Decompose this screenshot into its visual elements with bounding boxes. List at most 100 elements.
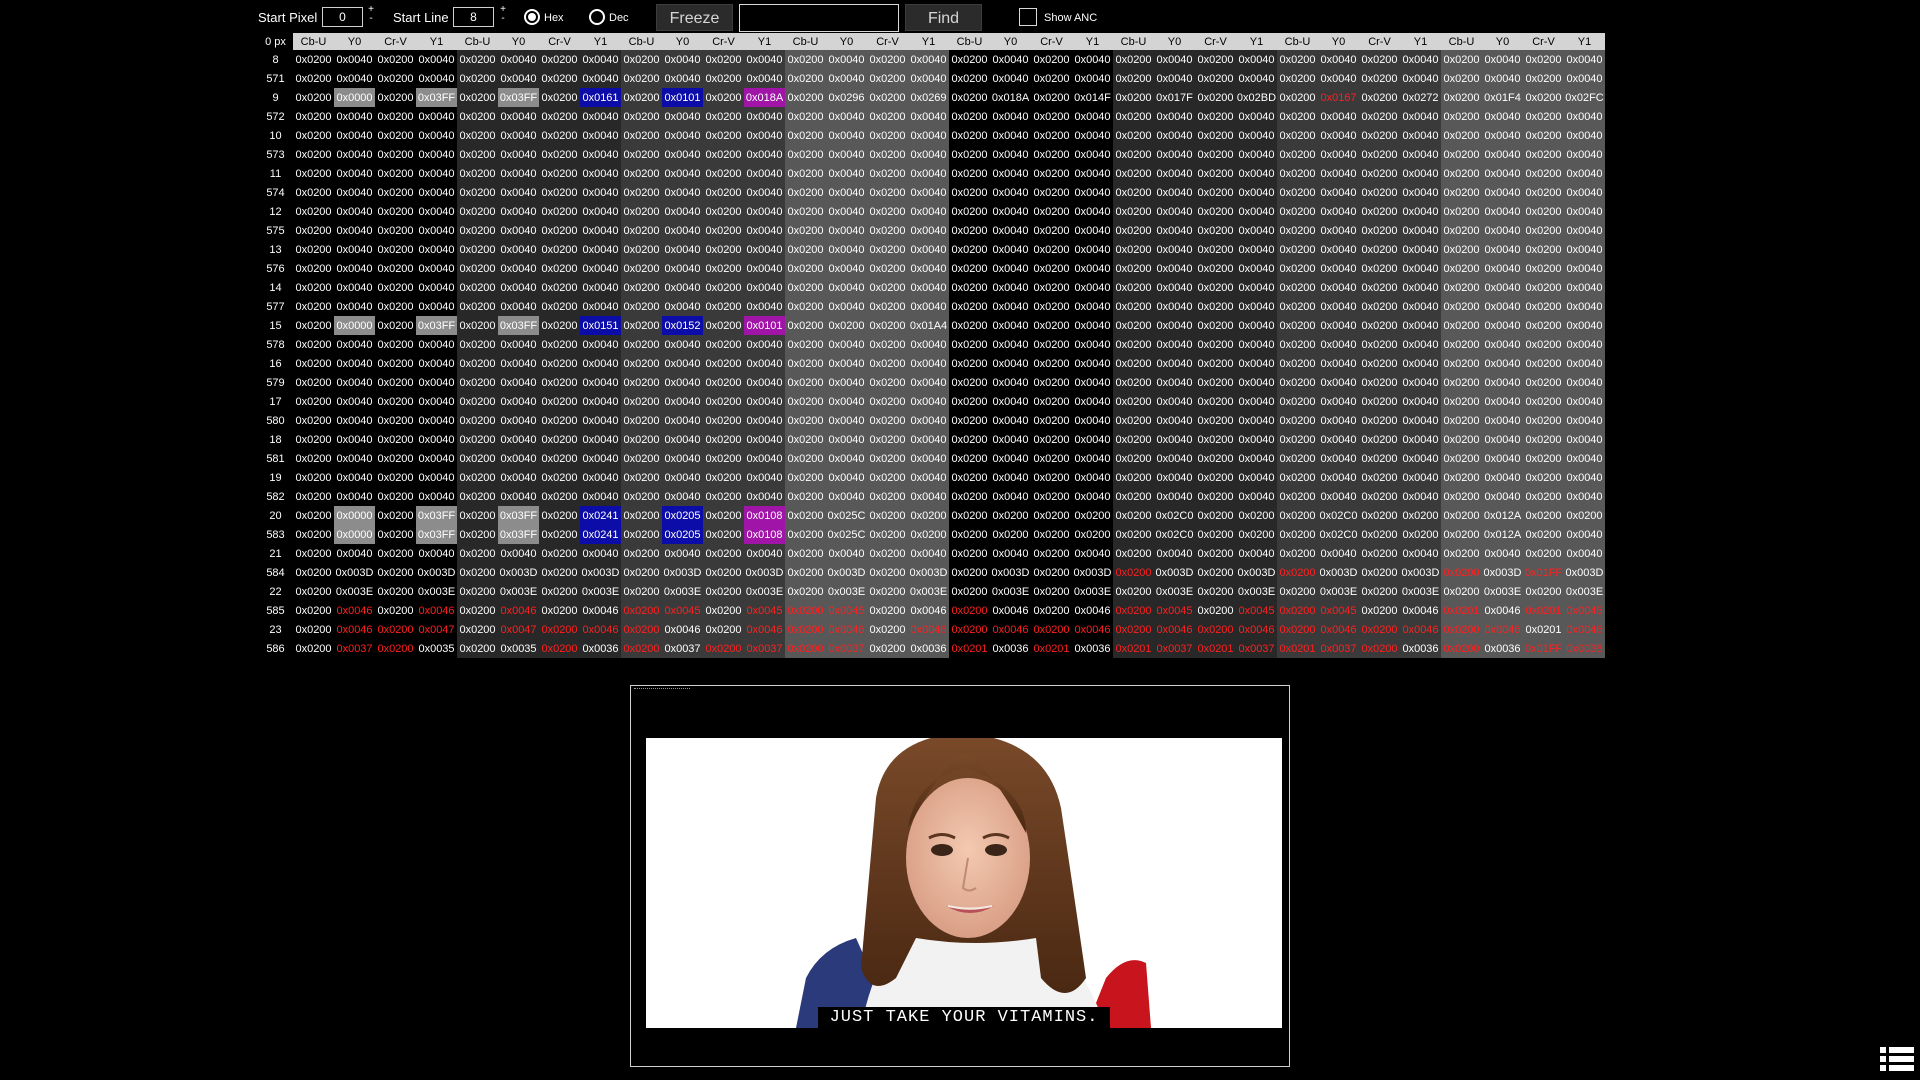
sample-cell[interactable]: 0x0200	[703, 582, 744, 601]
sample-cell[interactable]: 0x0200	[1441, 69, 1482, 88]
sample-cell[interactable]: 0x0200	[1441, 506, 1482, 525]
sample-cell[interactable]: 0x003D	[334, 563, 375, 582]
sample-cell[interactable]: 0x0040	[498, 449, 539, 468]
sample-cell[interactable]: 0x0200	[1195, 373, 1236, 392]
sample-cell[interactable]: 0x01FF	[1523, 563, 1564, 582]
sample-cell[interactable]: 0x0200	[539, 601, 580, 620]
sample-cell[interactable]: 0x0040	[1072, 335, 1113, 354]
sample-cell[interactable]: 0x0200	[1441, 297, 1482, 316]
sample-cell[interactable]: 0x0040	[990, 50, 1031, 69]
sample-cell[interactable]: 0x0200	[1113, 202, 1154, 221]
sample-cell[interactable]: 0x0200	[1523, 335, 1564, 354]
sample-cell[interactable]: 0x0200	[293, 487, 334, 506]
sample-cell[interactable]: 0x0040	[1400, 107, 1441, 126]
sample-cell[interactable]: 0x0040	[1154, 240, 1195, 259]
sample-cell[interactable]: 0x0040	[662, 297, 703, 316]
sample-cell[interactable]: 0x0200	[949, 620, 990, 639]
sample-cell[interactable]: 0x0040	[1482, 164, 1523, 183]
sample-cell[interactable]: 0x0200	[1359, 221, 1400, 240]
sample-cell[interactable]: 0x0200	[867, 335, 908, 354]
sample-cell[interactable]: 0x0200	[1523, 240, 1564, 259]
sample-cell[interactable]: 0x0040	[1400, 449, 1441, 468]
sample-cell[interactable]: 0x0046	[662, 620, 703, 639]
sample-cell[interactable]: 0x0200	[375, 316, 416, 335]
sample-cell[interactable]: 0x0040	[1236, 183, 1277, 202]
sample-cell[interactable]: 0x0200	[1072, 525, 1113, 544]
sample-cell[interactable]: 0x0040	[1400, 373, 1441, 392]
sample-cell[interactable]: 0x0040	[1318, 107, 1359, 126]
sample-cell[interactable]: 0x0040	[1482, 373, 1523, 392]
sample-cell[interactable]: 0x0200	[1359, 601, 1400, 620]
sample-cell[interactable]: 0x0040	[990, 468, 1031, 487]
sample-cell[interactable]: 0x0200	[1277, 297, 1318, 316]
sample-cell[interactable]: 0x0040	[1154, 107, 1195, 126]
sample-cell[interactable]: 0x0200	[1359, 202, 1400, 221]
sample-cell[interactable]: 0x0200	[1359, 183, 1400, 202]
sample-cell[interactable]: 0x0047	[416, 620, 457, 639]
sample-cell[interactable]: 0x0200	[1031, 50, 1072, 69]
sample-cell[interactable]: 0x0200	[539, 50, 580, 69]
sample-cell[interactable]: 0x0046	[1482, 620, 1523, 639]
sample-cell[interactable]: 0x0040	[1154, 145, 1195, 164]
sample-cell[interactable]: 0x0040	[744, 411, 785, 430]
sample-cell[interactable]: 0x0200	[375, 411, 416, 430]
sample-cell[interactable]: 0x0200	[867, 50, 908, 69]
sample-cell[interactable]: 0x0040	[416, 449, 457, 468]
sample-cell[interactable]: 0x0200	[375, 487, 416, 506]
sample-cell[interactable]: 0x0040	[1400, 354, 1441, 373]
sample-cell[interactable]: 0x0200	[1277, 259, 1318, 278]
sample-cell[interactable]: 0x0040	[1154, 430, 1195, 449]
sample-cell[interactable]: 0x0040	[1318, 50, 1359, 69]
sample-cell[interactable]: 0x0200	[457, 164, 498, 183]
sample-cell[interactable]: 0x0040	[826, 449, 867, 468]
sample-cell[interactable]: 0x0200	[621, 373, 662, 392]
start-line-input[interactable]: 8	[453, 7, 494, 27]
sample-cell[interactable]: 0x0200	[785, 202, 826, 221]
sample-cell[interactable]: 0x0040	[744, 107, 785, 126]
sample-cell[interactable]: 0x0040	[1400, 69, 1441, 88]
sample-cell[interactable]: 0x0040	[990, 544, 1031, 563]
sample-cell[interactable]: 0x0200	[293, 297, 334, 316]
sample-cell[interactable]: 0x0200	[539, 563, 580, 582]
sample-cell[interactable]: 0x0040	[416, 259, 457, 278]
sample-cell[interactable]: 0x0040	[1482, 69, 1523, 88]
sample-cell[interactable]: 0x0200	[1523, 202, 1564, 221]
sample-cell[interactable]: 0x0200	[908, 506, 949, 525]
sample-cell[interactable]: 0x0040	[990, 392, 1031, 411]
sample-cell[interactable]: 0x0040	[1072, 126, 1113, 145]
sample-cell[interactable]: 0x0040	[1400, 468, 1441, 487]
sample-cell[interactable]: 0x0200	[1031, 126, 1072, 145]
sample-cell[interactable]: 0x0200	[457, 240, 498, 259]
sample-cell[interactable]: 0x0040	[744, 278, 785, 297]
sample-cell[interactable]: 0x0200	[703, 297, 744, 316]
sample-cell[interactable]: 0x0040	[1564, 468, 1605, 487]
sample-cell[interactable]: 0x0200	[621, 601, 662, 620]
sample-cell[interactable]: 0x0200	[1359, 639, 1400, 658]
sample-cell[interactable]: 0x0200	[1031, 411, 1072, 430]
sample-cell[interactable]: 0x0040	[826, 544, 867, 563]
sample-cell[interactable]: 0x0200	[1113, 164, 1154, 183]
sample-cell[interactable]: 0x0200	[1523, 50, 1564, 69]
sample-cell[interactable]: 0x0040	[1072, 145, 1113, 164]
sample-cell[interactable]: 0x0200	[621, 164, 662, 183]
sample-cell[interactable]: 0x0040	[1564, 411, 1605, 430]
sample-cell[interactable]: 0x0200	[293, 639, 334, 658]
sample-cell[interactable]: 0x0200	[1359, 88, 1400, 107]
sample-cell[interactable]: 0x0200	[457, 297, 498, 316]
sample-cell[interactable]: 0x0200	[1195, 601, 1236, 620]
sample-cell[interactable]: 0x0200	[949, 259, 990, 278]
sample-cell[interactable]: 0x0000	[334, 525, 375, 544]
sample-cell[interactable]: 0x0036	[1072, 639, 1113, 658]
sample-cell[interactable]: 0x0035	[416, 639, 457, 658]
sample-cell[interactable]: 0x0200	[867, 202, 908, 221]
sample-cell[interactable]: 0x0200	[293, 449, 334, 468]
sample-cell[interactable]: 0x003D	[1072, 563, 1113, 582]
sample-cell[interactable]: 0x0200	[1113, 183, 1154, 202]
sample-cell[interactable]: 0x0200	[703, 145, 744, 164]
sample-cell[interactable]: 0x0200	[785, 107, 826, 126]
sample-cell[interactable]: 0x0200	[949, 145, 990, 164]
sample-cell[interactable]: 0x0040	[662, 126, 703, 145]
sample-cell[interactable]: 0x0200	[1195, 316, 1236, 335]
sample-cell[interactable]: 0x0200	[867, 316, 908, 335]
sample-cell[interactable]: 0x0200	[949, 506, 990, 525]
